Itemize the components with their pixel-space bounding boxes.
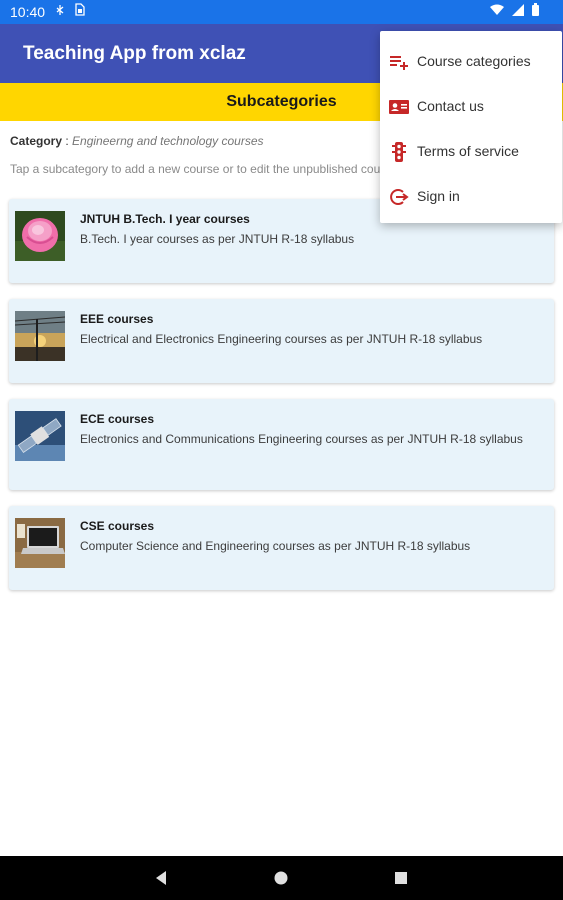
battery-icon (532, 3, 539, 21)
category-line: Category : Engineerng and technology cou… (10, 134, 264, 148)
contact-card-icon (388, 96, 410, 118)
menu-item-contact-us[interactable]: Contact us (380, 84, 562, 129)
card-title: CSE courses (80, 519, 155, 533)
card-description: B.Tech. I year courses as per JNTUH R-18… (80, 232, 355, 246)
sync-off-icon (55, 3, 65, 21)
menu-item-terms-of-service[interactable]: Terms of service (380, 129, 562, 174)
card-description: Computer Science and Engineering courses… (80, 539, 471, 553)
card-title: ECE courses (80, 412, 155, 426)
status-left-icons (55, 3, 85, 21)
card-description: Electronics and Communications Engineeri… (80, 432, 523, 446)
menu-item-label: Course categories (417, 53, 531, 69)
subcategory-card-cse[interactable]: CSE courses Computer Science and Enginee… (9, 506, 554, 590)
card-title: EEE courses (80, 312, 154, 326)
subcategory-card-ece[interactable]: ECE courses Electronics and Communicatio… (9, 399, 554, 490)
laptop-image (15, 518, 65, 568)
satellite-image (15, 411, 65, 461)
menu-item-sign-in[interactable]: Sign in (380, 174, 562, 219)
overflow-menu: Course categories Contact us Terms of se… (380, 31, 562, 223)
cell-signal-icon (512, 3, 524, 21)
traffic-light-icon (388, 141, 410, 163)
pink-rose-image (15, 211, 65, 261)
menu-item-label: Contact us (417, 98, 484, 114)
card-title: JNTUH B.Tech. I year courses (80, 212, 250, 226)
home-icon[interactable] (271, 868, 291, 888)
back-icon[interactable] (151, 868, 171, 888)
status-time: 10:40 (10, 4, 46, 20)
status-right-icons (490, 3, 539, 21)
menu-item-course-categories[interactable]: Course categories (380, 39, 562, 84)
wifi-icon (490, 3, 504, 21)
power-lines-image (15, 311, 65, 361)
app-title: Teaching App from xclaz (23, 43, 246, 64)
category-colon: : (62, 134, 73, 148)
category-value: Engineerng and technology courses (72, 134, 264, 148)
navigation-bar (0, 856, 563, 900)
menu-item-label: Sign in (417, 188, 460, 204)
category-label: Category (10, 134, 63, 148)
playlist-add-icon (388, 51, 410, 73)
card-description: Electrical and Electronics Engineering c… (80, 332, 483, 346)
subcategory-card-eee[interactable]: EEE courses Electrical and Electronics E… (9, 299, 554, 383)
login-icon (388, 186, 410, 208)
menu-item-label: Terms of service (417, 143, 519, 159)
sim-card-icon (75, 3, 85, 21)
recents-icon[interactable] (391, 868, 411, 888)
status-bar: 10:40 (0, 0, 563, 24)
